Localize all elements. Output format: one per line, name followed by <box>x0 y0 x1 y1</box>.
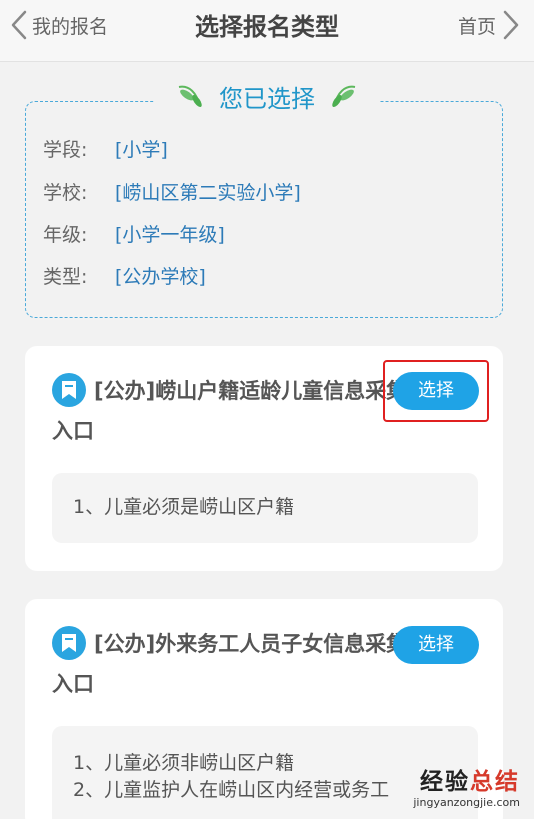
note-line: 2、儿童监护人在崂山区内经营或务工 <box>73 779 390 801</box>
watermark-accent: 总结 <box>470 769 520 795</box>
selection-row-school: 学校: [崂山区第二实验小学] <box>43 178 301 205</box>
option-notes: 1、儿童必须是崂山区户籍 <box>52 473 478 543</box>
option-title: [公办]外来务工人员子女信息采集入口 <box>52 632 408 696</box>
leaf-right-icon <box>332 85 356 107</box>
option-card-local-household: [公办]崂山户籍适龄儿童信息采集入口 选择 1、儿童必须是崂山区户籍 <box>25 346 503 571</box>
select-button[interactable]: 选择 <box>393 372 479 410</box>
watermark: 经验总结 jingyanzongjie.com <box>413 762 520 809</box>
note-line: 1、儿童必须是崂山区户籍 <box>73 496 295 518</box>
selection-value: [小学] <box>115 139 168 161</box>
selection-row-stage: 学段: [小学] <box>43 135 168 162</box>
selection-row-type: 类型: [公办学校] <box>43 262 206 289</box>
select-button[interactable]: 选择 <box>393 626 479 664</box>
watermark-text: 经验 <box>420 769 470 795</box>
nav-header: 我的报名 选择报名类型 首页 <box>0 0 534 62</box>
selection-key: 学校: <box>43 182 88 204</box>
selection-key: 年级: <box>43 224 88 246</box>
selection-row-grade: 年级: [小学一年级] <box>43 220 225 247</box>
selection-key: 学段: <box>43 139 88 161</box>
option-title: [公办]崂山户籍适龄儿童信息采集入口 <box>52 379 408 443</box>
home-button[interactable]: 首页 <box>458 8 520 42</box>
selection-value: [崂山区第二实验小学] <box>115 182 301 204</box>
chevron-right-icon <box>503 10 519 40</box>
selection-title-text: 您已选择 <box>219 84 315 113</box>
leaf-left-icon <box>178 85 202 107</box>
selection-title: 您已选择 <box>155 79 379 113</box>
selection-value: [小学一年级] <box>115 224 225 246</box>
home-label: 首页 <box>457 15 496 38</box>
note-line: 1、儿童必须非崂山区户籍 <box>73 752 295 774</box>
selection-value: [公办学校] <box>115 266 206 288</box>
watermark-url: jingyanzongjie.com <box>413 796 520 809</box>
selection-key: 类型: <box>43 266 88 288</box>
page-title: 选择报名类型 <box>195 13 339 41</box>
